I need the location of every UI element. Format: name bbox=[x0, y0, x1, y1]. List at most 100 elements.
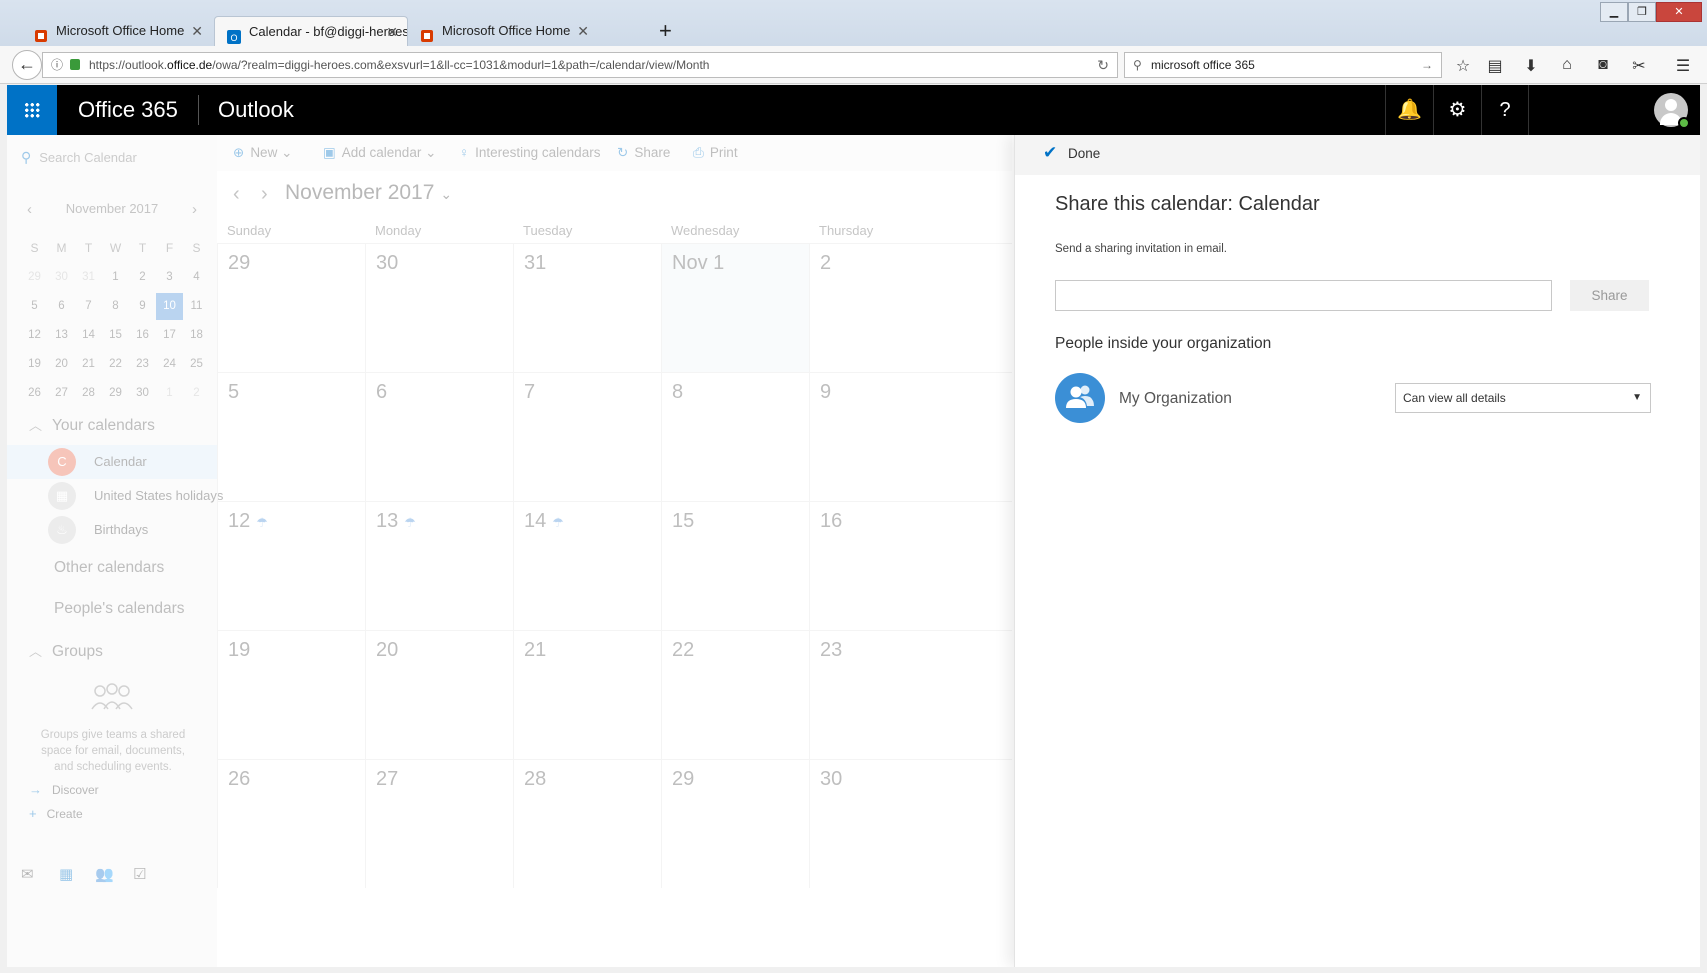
chevron-right-icon[interactable]: › bbox=[261, 183, 268, 206]
calendar-item-birthdays[interactable]: ♨ Birthdays bbox=[7, 513, 217, 547]
share-button[interactable]: ↻ Share bbox=[617, 145, 670, 161]
mini-day[interactable]: 6 bbox=[48, 293, 75, 320]
reader-icon[interactable]: ▤ bbox=[1484, 56, 1506, 76]
people-icon[interactable]: 👥 bbox=[95, 865, 114, 883]
back-button[interactable]: ← bbox=[12, 50, 42, 80]
mini-day[interactable]: 24 bbox=[156, 351, 183, 378]
print-button[interactable]: ⎙ Print bbox=[693, 145, 738, 161]
mini-day[interactable]: 30 bbox=[129, 380, 156, 407]
mini-day[interactable]: 29 bbox=[102, 380, 129, 407]
day-cell[interactable]: 6 bbox=[365, 372, 513, 501]
mini-day[interactable]: 22 bbox=[102, 351, 129, 378]
maximize-button[interactable]: ❐ bbox=[1628, 2, 1656, 22]
help-button[interactable]: ? bbox=[1481, 85, 1529, 135]
day-cell[interactable]: 12 ☂ bbox=[217, 501, 365, 630]
your-calendars-header[interactable]: ︿ Your calendars bbox=[29, 415, 155, 435]
mini-day[interactable]: 15 bbox=[102, 322, 129, 349]
mini-day[interactable]: 21 bbox=[75, 351, 102, 378]
mini-day[interactable]: 26 bbox=[21, 380, 48, 407]
day-cell[interactable]: 14 ☂ bbox=[513, 501, 661, 630]
mini-day[interactable]: 5 bbox=[21, 293, 48, 320]
mini-day[interactable]: 1 bbox=[156, 380, 183, 407]
reload-icon[interactable]: ↻ bbox=[1097, 53, 1109, 77]
mini-day[interactable]: 28 bbox=[75, 380, 102, 407]
minimize-button[interactable]: ▁ bbox=[1600, 2, 1628, 22]
permission-select[interactable]: Can view all details ▼ bbox=[1395, 383, 1651, 413]
day-cell[interactable]: 9 bbox=[809, 372, 1012, 501]
day-cell[interactable]: 31 bbox=[513, 243, 661, 372]
add-calendar-button[interactable]: ▣ Add calendar ⌄ bbox=[323, 145, 436, 161]
day-cell[interactable]: 29 bbox=[661, 759, 809, 888]
mini-day[interactable]: 29 bbox=[21, 264, 48, 291]
calendar-item-holidays[interactable]: ▦ United States holidays bbox=[7, 479, 223, 513]
share-send-button[interactable]: Share bbox=[1570, 280, 1649, 311]
app-title[interactable]: Outlook bbox=[218, 97, 294, 123]
mini-day[interactable]: 19 bbox=[21, 351, 48, 378]
day-cell[interactable]: 30 bbox=[809, 759, 1012, 888]
new-tab-button[interactable]: + bbox=[659, 18, 672, 44]
calendar-item-calendar[interactable]: C Calendar bbox=[7, 445, 217, 479]
info-icon[interactable]: ⓘ bbox=[51, 53, 63, 77]
checkmark-icon[interactable]: ✔ bbox=[1043, 143, 1057, 163]
search-calendar-input[interactable]: ⚲ Search Calendar bbox=[21, 149, 137, 166]
interesting-calendars-button[interactable]: ♀ Interesting calendars bbox=[459, 145, 600, 160]
mini-day[interactable]: 9 bbox=[129, 293, 156, 320]
month-title[interactable]: November 2017 ⌄ bbox=[285, 181, 452, 205]
chevron-right-icon[interactable]: › bbox=[192, 201, 197, 218]
day-cell[interactable]: 21 bbox=[513, 630, 661, 759]
mini-day[interactable]: 16 bbox=[129, 322, 156, 349]
day-cell[interactable]: 15 bbox=[661, 501, 809, 630]
mini-day[interactable]: 17 bbox=[156, 322, 183, 349]
day-cell[interactable]: 20 bbox=[365, 630, 513, 759]
day-cell[interactable]: 8 bbox=[661, 372, 809, 501]
day-cell[interactable]: 2 bbox=[809, 243, 1012, 372]
day-cell[interactable]: Nov 1 bbox=[661, 243, 809, 372]
day-cell[interactable]: 23 bbox=[809, 630, 1012, 759]
mini-day[interactable]: 3 bbox=[156, 264, 183, 291]
day-cell[interactable]: 28 bbox=[513, 759, 661, 888]
mini-day[interactable]: 12 bbox=[21, 322, 48, 349]
mini-day[interactable]: 7 bbox=[75, 293, 102, 320]
mini-day[interactable]: 13 bbox=[48, 322, 75, 349]
suite-title[interactable]: Office 365 bbox=[78, 97, 178, 123]
mini-day[interactable]: 30 bbox=[48, 264, 75, 291]
mini-day[interactable]: 2 bbox=[183, 380, 210, 407]
mini-day[interactable]: 27 bbox=[48, 380, 75, 407]
tab-office-home-1[interactable]: Microsoft Office Home ✕ bbox=[22, 16, 212, 46]
mini-day[interactable]: 18 bbox=[183, 322, 210, 349]
mini-day[interactable]: 8 bbox=[102, 293, 129, 320]
download-icon[interactable]: ⬇ bbox=[1520, 56, 1542, 76]
notifications-button[interactable]: 🔔 bbox=[1385, 85, 1433, 135]
day-cell[interactable]: 5 bbox=[217, 372, 365, 501]
share-email-input[interactable] bbox=[1055, 280, 1552, 311]
tasks-icon[interactable]: ☑ bbox=[133, 865, 151, 883]
day-cell[interactable]: 22 bbox=[661, 630, 809, 759]
app-launcher-button[interactable] bbox=[7, 85, 57, 135]
day-cell[interactable]: 7 bbox=[513, 372, 661, 501]
close-tab-icon[interactable]: ✕ bbox=[386, 17, 398, 46]
day-cell[interactable]: 29 bbox=[217, 243, 365, 372]
browser-search-input[interactable]: ⚲ microsoft office 365 → bbox=[1124, 52, 1442, 78]
mail-icon[interactable]: ✉ bbox=[21, 865, 39, 883]
search-go-icon[interactable]: → bbox=[1421, 53, 1433, 77]
close-tab-icon[interactable]: ✕ bbox=[577, 16, 589, 46]
mini-day[interactable]: 31 bbox=[75, 264, 102, 291]
day-cell[interactable]: 26 bbox=[217, 759, 365, 888]
address-bar[interactable]: ⓘ https://outlook.office.de/owa/?realm=d… bbox=[42, 52, 1118, 78]
day-cell[interactable]: 13 ☂ bbox=[365, 501, 513, 630]
day-cell[interactable]: 16 bbox=[809, 501, 1012, 630]
mini-day[interactable]: 11 bbox=[183, 293, 210, 320]
day-cell[interactable]: 30 bbox=[365, 243, 513, 372]
mini-day[interactable]: 23 bbox=[129, 351, 156, 378]
groups-header[interactable]: ︿ Groups bbox=[29, 641, 103, 661]
discover-link[interactable]: → Discover bbox=[29, 782, 99, 797]
settings-button[interactable]: ⚙ bbox=[1433, 85, 1481, 135]
mini-day[interactable]: 10 bbox=[156, 293, 183, 320]
tab-calendar[interactable]: O Calendar - bf@diggi-heroes... ✕ bbox=[214, 16, 408, 46]
day-cell[interactable]: 19 bbox=[217, 630, 365, 759]
mini-day[interactable]: 1 bbox=[102, 264, 129, 291]
peoples-calendars-link[interactable]: People's calendars bbox=[54, 600, 185, 618]
close-window-button[interactable]: ✕ bbox=[1656, 2, 1702, 22]
tab-office-home-2[interactable]: Microsoft Office Home ✕ bbox=[408, 16, 598, 46]
menu-icon[interactable]: ☰ bbox=[1672, 56, 1694, 76]
